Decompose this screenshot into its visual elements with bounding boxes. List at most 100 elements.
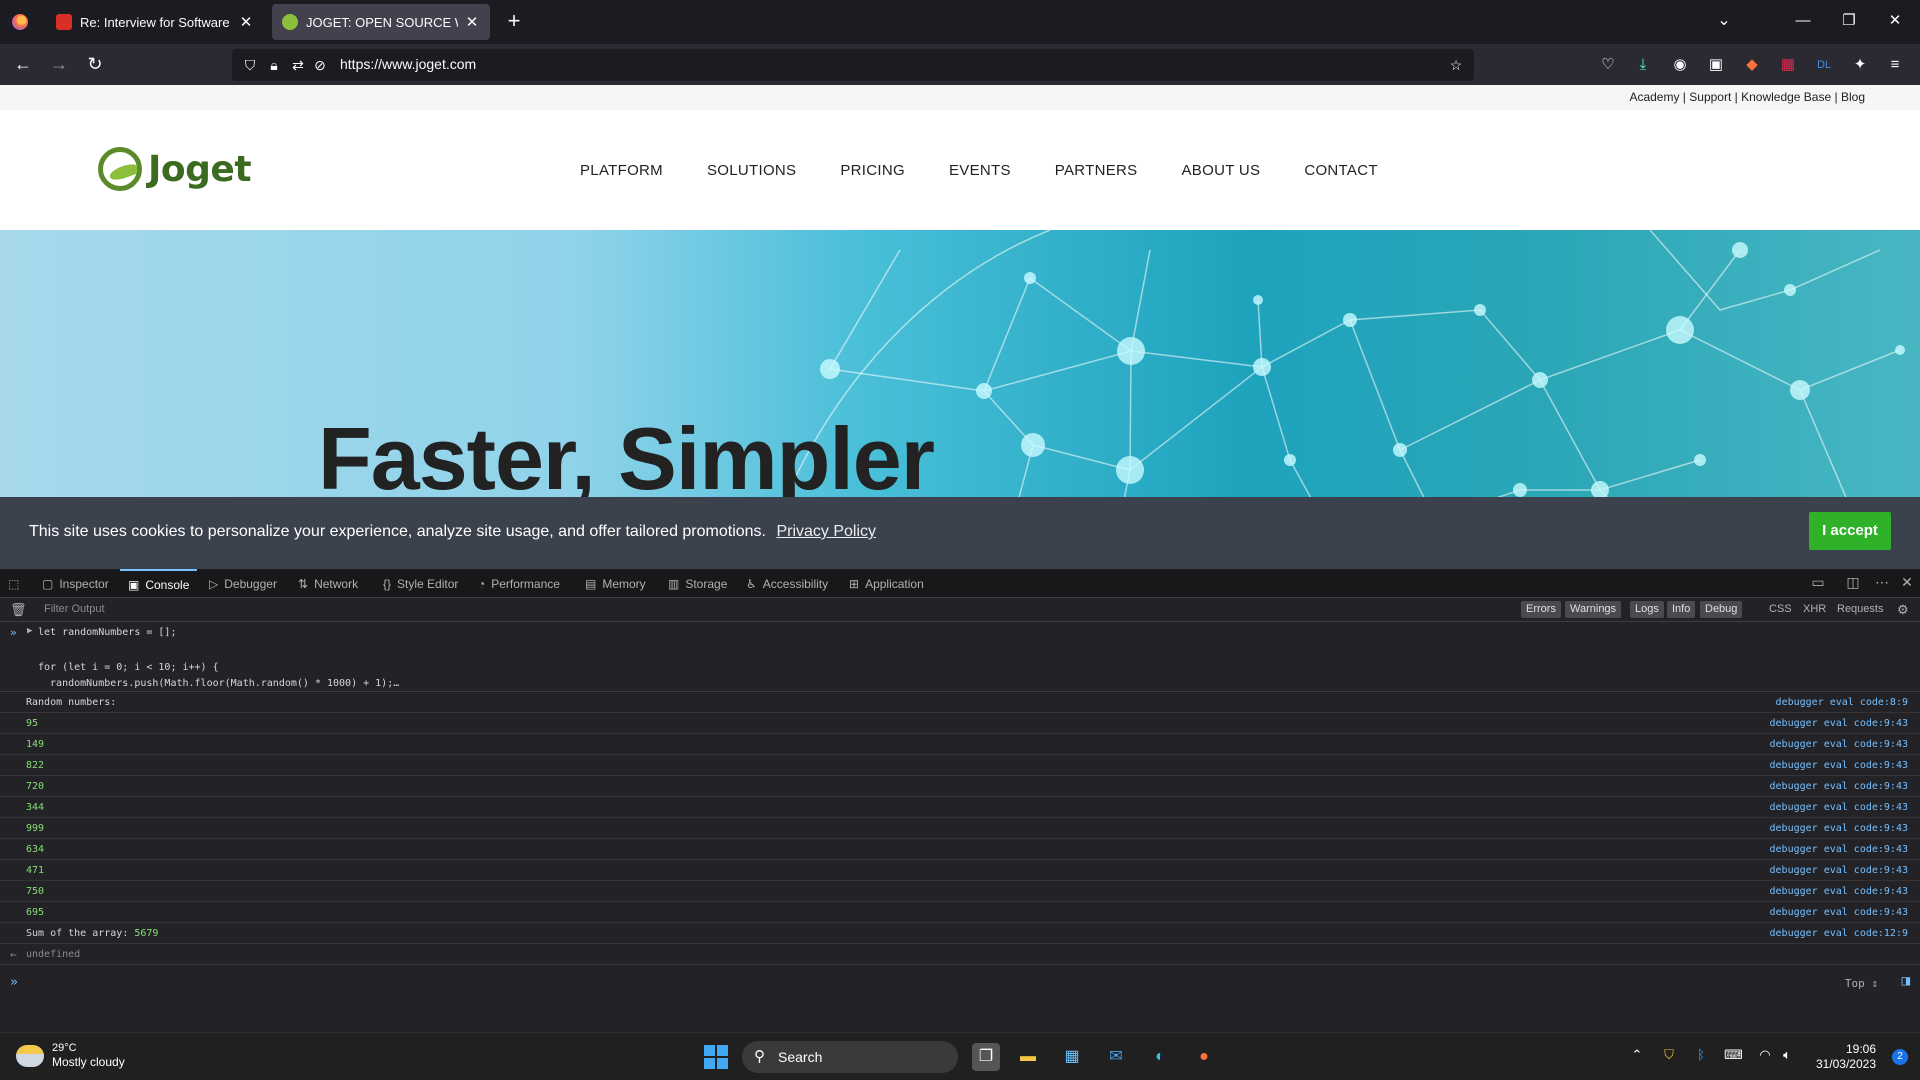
filter-info[interactable]: Info xyxy=(1667,601,1696,618)
microsoft-store-icon[interactable]: ▦ xyxy=(1058,1043,1086,1071)
tab-performance[interactable]: ◔ Performance xyxy=(478,569,560,598)
autoplay-blocked-icon[interactable]: ⊘ xyxy=(310,55,330,75)
account-icon[interactable]: ◉ xyxy=(1669,54,1691,76)
utility-link-academy[interactable]: Academy xyxy=(1629,90,1679,104)
pocket-icon[interactable]: ♡ xyxy=(1597,54,1619,76)
tab-console[interactable]: ▣ Console xyxy=(120,569,198,598)
keyboard-icon[interactable]: ⌨ xyxy=(1724,1047,1743,1063)
context-selector[interactable]: Top ⇕ xyxy=(1845,977,1878,990)
nav-contact[interactable]: CONTACT xyxy=(1304,162,1377,179)
nav-partners[interactable]: PARTNERS xyxy=(1055,162,1138,179)
close-devtools-icon[interactable]: ✕ xyxy=(1896,574,1918,591)
extensions-puzzle-icon[interactable]: ✦ xyxy=(1849,54,1871,76)
element-picker-icon[interactable]: ⬚ xyxy=(8,569,25,598)
tab-storage[interactable]: ▥ Storage xyxy=(668,569,727,598)
filter-css[interactable]: CSS xyxy=(1769,601,1792,618)
dock-icon[interactable]: ◫ xyxy=(1842,574,1864,591)
log-source-link[interactable]: debugger eval code:9:43 xyxy=(1770,718,1908,729)
tab-gmail[interactable]: Re: Interview for Software Engin ✕ xyxy=(46,4,264,40)
list-all-tabs-icon[interactable]: ⌄ xyxy=(1712,8,1736,34)
log-source-link[interactable]: debugger eval code:9:43 xyxy=(1770,865,1908,876)
extension-red-icon[interactable]: ▦ xyxy=(1777,54,1799,76)
extension-icon[interactable]: ▣ xyxy=(1705,54,1727,76)
editor-mode-icon[interactable]: ◨ xyxy=(1902,973,1910,989)
log-source-link[interactable]: debugger eval code:9:43 xyxy=(1770,760,1908,771)
filter-debug[interactable]: Debug xyxy=(1700,601,1743,618)
minimize-icon[interactable]: — xyxy=(1780,8,1826,34)
utility-link-blog[interactable]: Blog xyxy=(1841,90,1865,104)
split-console-icon[interactable]: ▭ xyxy=(1807,574,1829,591)
tab-style-editor[interactable]: {} Style Editor xyxy=(383,569,458,598)
nav-platform[interactable]: PLATFORM xyxy=(580,162,663,179)
accept-cookies-button[interactable]: I accept xyxy=(1809,512,1891,550)
log-source-link[interactable]: debugger eval code:9:43 xyxy=(1770,739,1908,750)
utility-link-support[interactable]: Support xyxy=(1689,90,1731,104)
log-source-link[interactable]: debugger eval code:8:9 xyxy=(1776,697,1908,708)
tab-network[interactable]: ⇅ Network xyxy=(298,569,358,598)
url-text[interactable]: https://www.joget.com xyxy=(340,56,476,72)
privacy-policy-link[interactable]: Privacy Policy xyxy=(776,523,876,540)
nav-about-us[interactable]: ABOUT US xyxy=(1182,162,1261,179)
volume-icon[interactable]: 🔈︎ xyxy=(1778,1047,1796,1063)
tab-joget[interactable]: JOGET: OPEN SOURCE WORKFL ✕ xyxy=(272,4,490,40)
log-source-link[interactable]: debugger eval code:9:43 xyxy=(1770,781,1908,792)
mail-icon[interactable]: ✉ xyxy=(1102,1043,1130,1071)
forward-icon[interactable]: → xyxy=(44,50,74,78)
log-source-link[interactable]: debugger eval code:9:43 xyxy=(1770,823,1908,834)
log-source-link[interactable]: debugger eval code:9:43 xyxy=(1770,907,1908,918)
file-explorer-icon[interactable]: ▬ xyxy=(1014,1043,1042,1071)
close-tab-icon[interactable]: ✕ xyxy=(464,13,480,31)
system-clock[interactable]: 19:06 31/03/2023 xyxy=(1816,1042,1876,1072)
filter-warnings[interactable]: Warnings xyxy=(1565,601,1622,618)
reload-icon[interactable]: ↻ xyxy=(80,50,110,78)
taskbar-search[interactable]: ⚲ Search xyxy=(742,1041,958,1073)
security-icon[interactable]: ⛉ xyxy=(1660,1047,1678,1063)
tracking-shield-icon[interactable]: ⛉ xyxy=(240,55,260,75)
utility-link-knowledge-base[interactable]: Knowledge Base xyxy=(1741,90,1831,104)
start-button-icon[interactable] xyxy=(704,1045,728,1069)
close-tab-icon[interactable]: ✕ xyxy=(238,13,254,31)
console-command[interactable]: » ▶ let randomNumbers = []; for (let i =… xyxy=(0,622,1920,692)
bluetooth-icon[interactable]: ᛒ xyxy=(1692,1047,1710,1062)
joget-logo[interactable]: Joget xyxy=(98,147,252,191)
log-source-link[interactable]: debugger eval code:9:43 xyxy=(1770,844,1908,855)
filter-xhr[interactable]: XHR xyxy=(1803,601,1826,618)
firefox-view-icon[interactable] xyxy=(12,14,28,30)
close-window-icon[interactable]: ✕ xyxy=(1872,8,1918,34)
edge-icon[interactable]: ◐ xyxy=(1146,1043,1174,1071)
weather-widget[interactable]: 29°C Mostly cloudy xyxy=(16,1041,125,1070)
log-source-link[interactable]: debugger eval code:9:43 xyxy=(1770,886,1908,897)
tab-inspector[interactable]: ▢ Inspector xyxy=(42,569,109,598)
wifi-icon[interactable]: ◠ xyxy=(1756,1047,1774,1063)
notification-badge[interactable]: 2 xyxy=(1892,1049,1908,1065)
nav-solutions[interactable]: SOLUTIONS xyxy=(707,162,796,179)
show-hidden-icons-icon[interactable]: ⌃ xyxy=(1628,1047,1646,1063)
clear-console-icon[interactable]: 🗑︎ xyxy=(10,602,27,618)
downloads-icon[interactable]: ⤓ xyxy=(1632,54,1654,76)
back-icon[interactable]: ← xyxy=(8,50,38,78)
tab-memory[interactable]: ▤ Memory xyxy=(585,569,646,598)
console-input[interactable]: » Top ⇕ ◨ xyxy=(0,969,1920,999)
permissions-icon[interactable]: ⇄ xyxy=(288,55,308,75)
log-source-link[interactable]: debugger eval code:9:43 xyxy=(1770,802,1908,813)
nav-events[interactable]: EVENTS xyxy=(949,162,1011,179)
bookmark-star-icon[interactable]: ☆ xyxy=(1446,55,1466,75)
filter-logs[interactable]: Logs xyxy=(1630,601,1664,618)
filter-requests[interactable]: Requests xyxy=(1837,601,1883,618)
console-settings-icon[interactable]: ⚙ xyxy=(1897,601,1909,618)
new-tab-button[interactable]: + xyxy=(500,8,528,36)
task-view-icon[interactable]: ❐ xyxy=(972,1043,1000,1071)
tab-debugger[interactable]: ▷ Debugger xyxy=(209,569,277,598)
more-options-icon[interactable]: ⋯ xyxy=(1871,574,1893,591)
filter-output-input[interactable]: Filter Output xyxy=(44,603,105,615)
restore-icon[interactable]: ❐ xyxy=(1826,8,1872,34)
expand-icon[interactable]: ▶ xyxy=(27,626,32,636)
tab-accessibility[interactable]: ♿︎ Accessibility xyxy=(746,569,828,598)
filter-errors[interactable]: Errors xyxy=(1521,601,1561,618)
log-source-link[interactable]: debugger eval code:12:9 xyxy=(1770,928,1908,939)
nav-pricing[interactable]: PRICING xyxy=(840,162,905,179)
menu-hamburger-icon[interactable]: ≡ xyxy=(1884,54,1906,76)
lock-icon[interactable]: 🔒︎ xyxy=(264,55,284,75)
extension-fox-icon[interactable]: ◆ xyxy=(1741,54,1763,76)
tab-application[interactable]: ⊞ Application xyxy=(849,569,924,598)
